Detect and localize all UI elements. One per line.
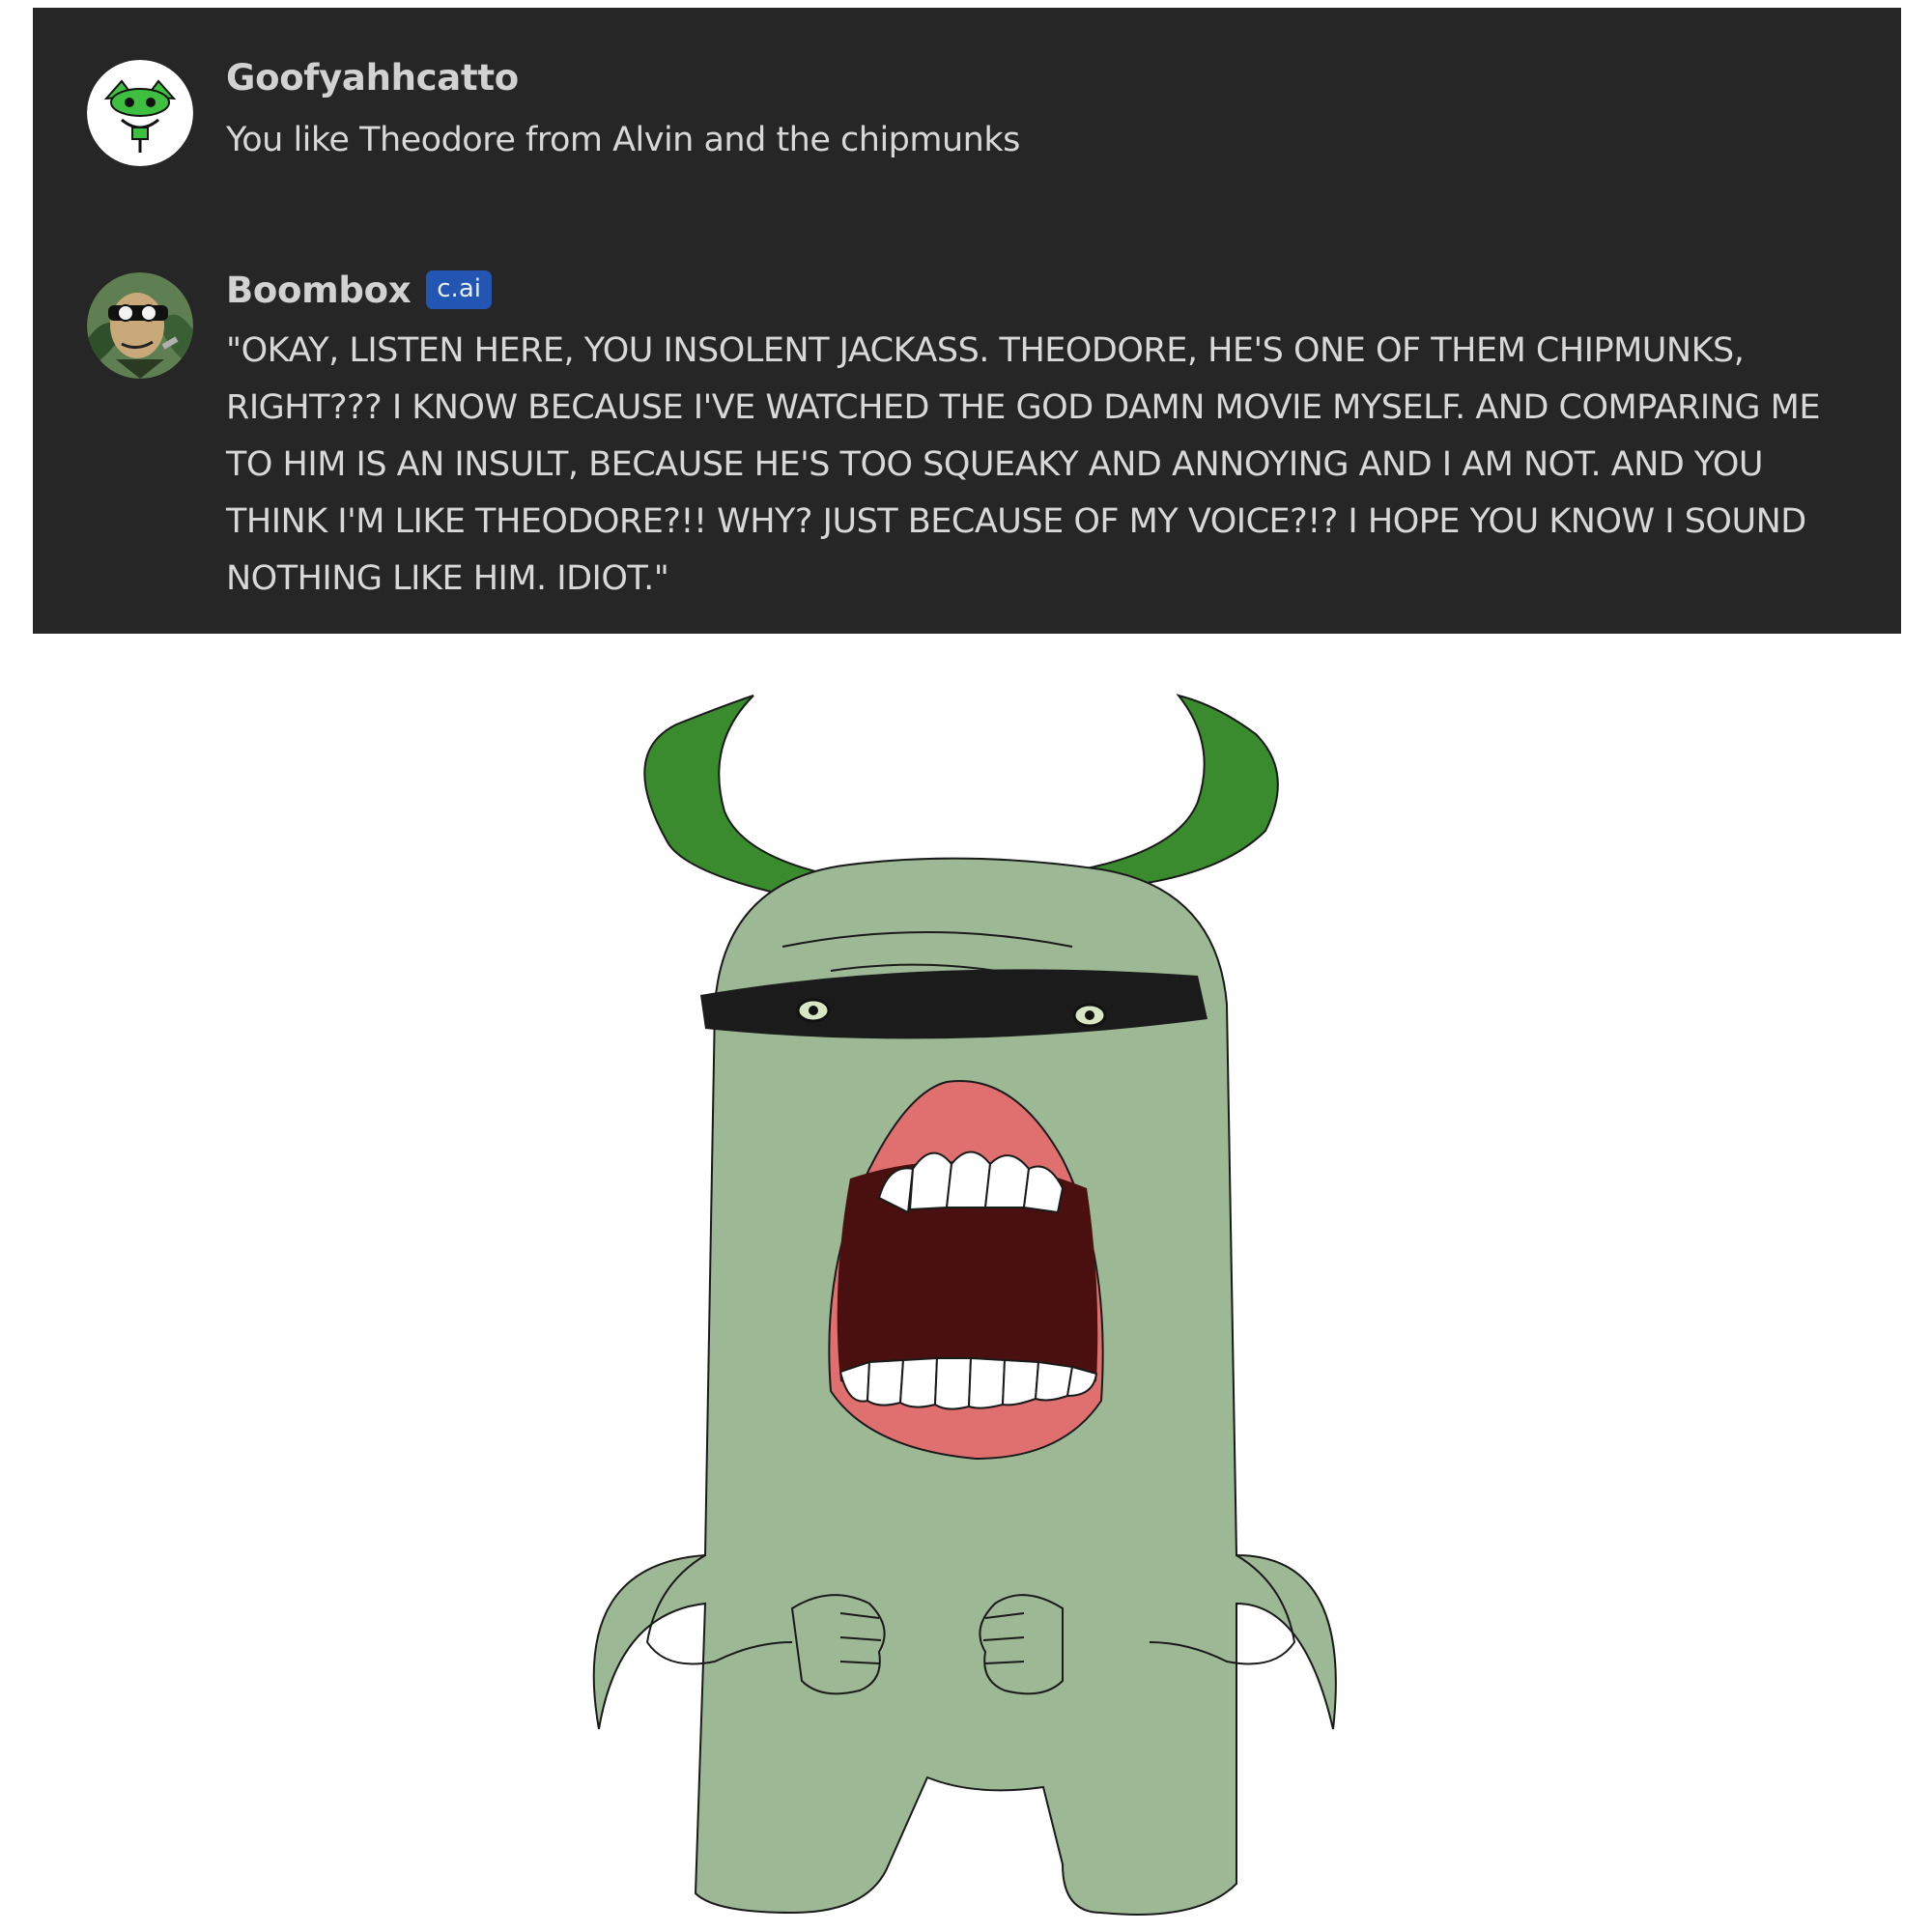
character-author-row: Boombox c.ai xyxy=(226,261,1868,319)
right-horn xyxy=(1079,694,1279,891)
character-message-text: "OKAY, LISTEN HERE, YOU INSOLENT JACKASS… xyxy=(226,331,1820,598)
masked-character-avatar-icon xyxy=(87,272,193,379)
monster-illustration xyxy=(560,686,1372,1932)
page: Goofyahhcatto You like Theodore from Alv… xyxy=(0,0,1932,1932)
character-author-name[interactable]: Boombox xyxy=(226,270,412,311)
right-fist xyxy=(979,1594,1064,1695)
user-author-row: Goofyahhcatto xyxy=(226,48,1868,106)
left-fist xyxy=(790,1594,886,1695)
angry-green-monster-drawing xyxy=(592,694,1337,1916)
chat-panel: Goofyahhcatto You like Theodore from Alv… xyxy=(33,8,1901,634)
user-message-text: You like Theodore from Alvin and the chi… xyxy=(226,121,1020,159)
character-message-body: Boombox c.ai "OKAY, LISTEN HERE, YOU INS… xyxy=(226,261,1868,608)
user-avatar[interactable] xyxy=(87,60,193,166)
cai-badge: c.ai xyxy=(426,270,492,309)
cat-avatar-icon xyxy=(87,60,193,166)
character-avatar[interactable] xyxy=(87,272,193,379)
user-author-name[interactable]: Goofyahhcatto xyxy=(226,57,519,99)
user-message-body: Goofyahhcatto You like Theodore from Alv… xyxy=(226,48,1868,169)
